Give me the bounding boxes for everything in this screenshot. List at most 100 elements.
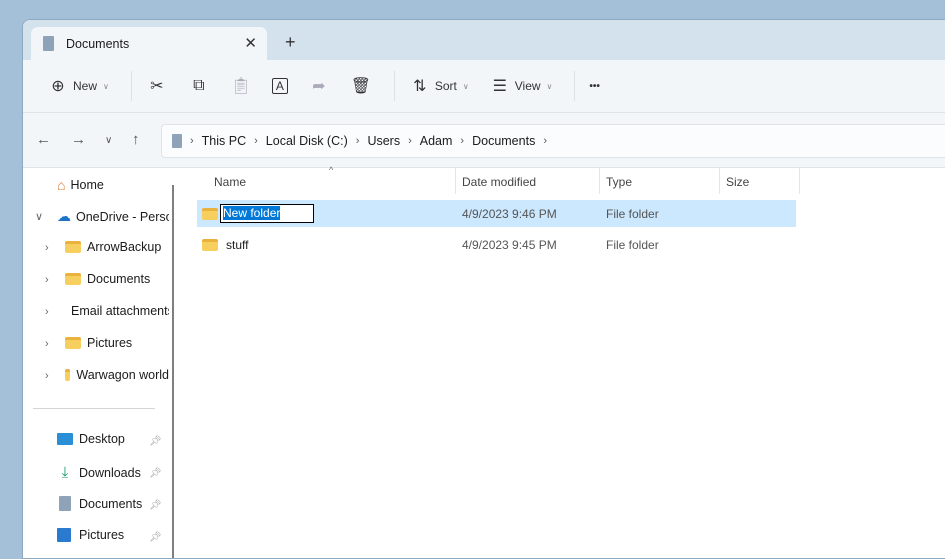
recent-locations-chevron-icon[interactable]: ∨ <box>105 135 112 146</box>
view-label: View <box>514 79 541 93</box>
rename-button[interactable]: A <box>266 69 294 103</box>
new-button[interactable]: ⊕ New ∨ <box>41 69 115 103</box>
tab-title: Documents <box>66 36 130 51</box>
plus-circle-icon: ⊕ <box>51 78 65 95</box>
chevron-right-icon[interactable]: › <box>408 135 412 147</box>
address-row: ← → ∨ ↑ › This PC › Local Disk (C:) › User… <box>23 113 945 168</box>
file-list: ^ Name Date modified Type Size New folde… <box>179 165 945 558</box>
chevron-right-icon[interactable]: › <box>356 135 360 147</box>
folder-icon <box>65 241 81 253</box>
rename-input[interactable]: New folder <box>220 204 314 223</box>
sidebar-item-onedrive[interactable]: ☁ OneDrive - Personal <box>57 208 169 225</box>
delete-button[interactable]: 🗑︎ <box>344 69 378 103</box>
sidebar-item-arrowbackup[interactable]: ArrowBackup <box>65 240 169 254</box>
cut-button[interactable]: ✂ <box>140 69 174 103</box>
column-divider[interactable] <box>599 168 600 194</box>
tab-documents[interactable]: Documents ✕ <box>31 27 267 60</box>
column-divider[interactable] <box>799 168 800 194</box>
copy-icon: ⧉ <box>193 77 205 94</box>
sidebar-item-warwagon[interactable]: Warwagon world <box>65 368 169 382</box>
chevron-right-icon[interactable]: › <box>45 370 49 382</box>
column-divider[interactable] <box>455 168 456 194</box>
new-tab-button[interactable]: + <box>285 32 296 53</box>
sort-button[interactable]: ⇅ Sort ∨ <box>403 69 475 103</box>
home-icon: ⌂ <box>57 177 66 193</box>
breadcrumb-documents[interactable]: Documents <box>472 134 535 148</box>
share-button[interactable]: ➦ <box>302 69 336 103</box>
chevron-right-icon[interactable]: › <box>460 135 464 147</box>
rename-text: New folder <box>223 206 281 220</box>
scissors-icon: ✂ <box>150 78 164 95</box>
divider <box>130 71 132 101</box>
sidebar-label: Home <box>70 178 104 192</box>
chevron-down-icon: ∨ <box>103 81 109 91</box>
download-icon: ⤓ <box>61 464 69 481</box>
folder-icon <box>65 337 81 349</box>
chevron-right-icon[interactable]: › <box>45 274 49 286</box>
up-arrow-icon[interactable]: ↑ <box>132 131 140 148</box>
chevron-down-icon[interactable]: ∨ <box>35 210 43 223</box>
column-header-date-modified[interactable]: Date modified <box>462 175 536 189</box>
chevron-right-icon[interactable]: › <box>45 242 49 254</box>
column-header-size[interactable]: Size <box>726 175 749 189</box>
chevron-right-icon[interactable]: › <box>254 135 258 147</box>
command-bar: ⊕ New ∨ ✂ ⧉ 📋︎ A ➦ 🗑︎ ⇅ Sort ∨ ☰ View ∨ ••• <box>23 60 945 113</box>
sort-icon: ⇅ <box>413 78 427 95</box>
file-type: File folder <box>606 237 659 252</box>
chevron-right-icon[interactable]: › <box>45 338 49 350</box>
column-header-name[interactable]: Name <box>214 175 246 189</box>
desktop-icon <box>57 433 73 445</box>
sidebar-label: ArrowBackup <box>87 240 162 254</box>
divider <box>574 71 576 101</box>
more-icon: ••• <box>589 80 600 92</box>
view-button[interactable]: ☰ View ∨ <box>483 69 559 103</box>
date-modified: 4/9/2023 9:45 PM <box>462 237 557 252</box>
document-icon <box>59 496 71 511</box>
pin-icon[interactable]: 📌︎ <box>149 500 162 511</box>
close-tab-icon[interactable]: ✕ <box>244 34 257 52</box>
trash-icon: 🗑︎ <box>350 78 372 95</box>
sidebar-label: OneDrive - Personal <box>76 209 169 224</box>
sidebar-item-pictures[interactable]: Pictures <box>65 336 169 350</box>
copy-button[interactable]: ⧉ <box>182 69 216 103</box>
chevron-right-icon[interactable]: › <box>45 306 49 318</box>
new-label: New <box>73 79 98 93</box>
sort-ascending-icon: ^ <box>329 165 334 175</box>
breadcrumb-users[interactable]: Users <box>367 134 400 148</box>
pin-icon[interactable]: 📌︎ <box>149 436 162 447</box>
tab-bar: Documents ✕ + <box>23 20 945 60</box>
breadcrumb-local-disk[interactable]: Local Disk (C:) <box>266 134 348 148</box>
more-options-button[interactable]: ••• <box>583 69 606 103</box>
back-arrow-icon[interactable]: ← <box>36 131 51 148</box>
file-row-new-folder[interactable]: New folder 4/9/2023 9:46 PM File folder <box>197 200 796 227</box>
sidebar-item-documents[interactable]: Documents <box>65 272 169 286</box>
cloud-icon: ☁ <box>57 208 71 224</box>
sidebar-label: Pictures <box>87 336 133 350</box>
list-icon: ☰ <box>492 78 507 95</box>
document-icon <box>172 134 182 148</box>
file-explorer-window: Documents ✕ + ⊕ New ∨ ✂ ⧉ 📋︎ A ➦ 🗑︎ ⇅ Sort ∨… <box>22 19 945 559</box>
rename-icon: A <box>271 78 288 94</box>
sidebar-item-home[interactable]: ⌂ Home <box>57 177 104 193</box>
chevron-down-icon: ∨ <box>462 81 469 91</box>
navigation-scrollbar[interactable] <box>172 185 174 558</box>
divider <box>393 71 395 101</box>
address-bar[interactable]: › This PC › Local Disk (C:) › Users › Adam ›… <box>161 124 945 158</box>
breadcrumb-this-pc[interactable]: This PC <box>202 134 246 148</box>
pin-icon[interactable]: 📌︎ <box>149 468 162 479</box>
chevron-right-icon[interactable]: › <box>543 135 547 147</box>
share-icon: ➦ <box>312 78 326 95</box>
file-row-stuff[interactable]: stuff 4/9/2023 9:45 PM File folder <box>197 231 796 258</box>
navigation-pane: ⌂ Home ∨ ☁ OneDrive - Personal › ArrowBack… <box>23 168 171 558</box>
date-modified: 4/9/2023 9:46 PM <box>462 206 557 221</box>
chevron-right-icon: › <box>190 135 194 147</box>
column-divider[interactable] <box>719 168 720 194</box>
breadcrumb-adam[interactable]: Adam <box>420 134 453 148</box>
column-header-type[interactable]: Type <box>606 175 632 189</box>
pin-icon[interactable]: 📌︎ <box>149 532 162 543</box>
sidebar-item-email-attachments[interactable]: Email attachments <box>65 304 169 318</box>
sidebar-label: Downloads <box>79 465 141 480</box>
paste-button[interactable]: 📋︎ <box>224 69 258 103</box>
sidebar-label: Desktop <box>79 432 125 446</box>
forward-arrow-icon[interactable]: → <box>71 131 86 148</box>
